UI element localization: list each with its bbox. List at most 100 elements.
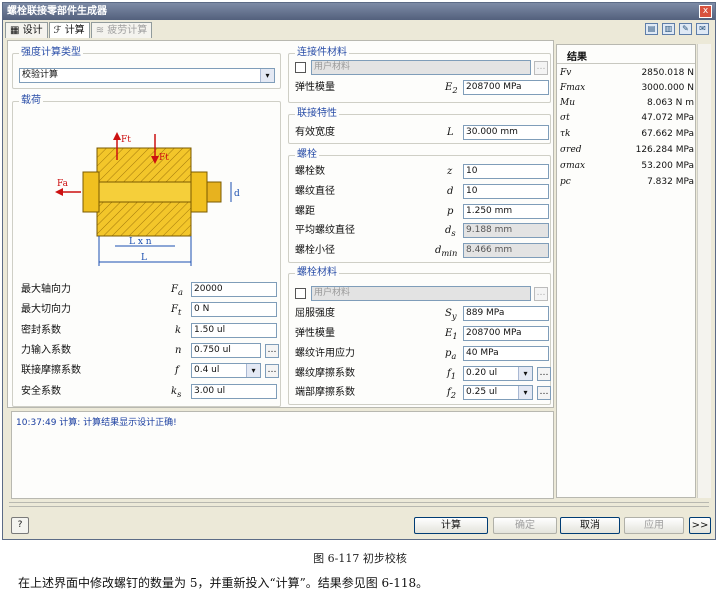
chevron-down-icon[interactable]: ▾ <box>518 386 532 399</box>
strength-group: 强度计算类型 校验计算 ▾ <box>12 47 281 89</box>
conn-material-title: 连接件材料 <box>295 47 349 59</box>
load-row: 安全系数 ks 3.00 ul <box>21 384 279 400</box>
tangential-force-input[interactable]: 0 N <box>191 302 277 317</box>
window-title: 螺栓联接零部件生成器 <box>7 6 107 17</box>
help-button[interactable]: ? <box>11 517 29 534</box>
bolt-material-row: 螺纹许用应力 pa 40 MPa <box>295 346 549 362</box>
joint-friction-more-button[interactable]: … <box>265 364 279 378</box>
more-button[interactable]: >> <box>689 517 711 534</box>
sealing-factor-input[interactable]: 1.50 ul <box>191 323 277 338</box>
joint-char-group: 联接特性 有效宽度 L 30.000 mm <box>288 108 551 144</box>
lxn-label: L x n <box>129 237 152 247</box>
load-row: 力输入系数 n 0.750 ul … <box>21 343 279 359</box>
report-icon[interactable]: ▤ <box>645 23 658 35</box>
bolt-material-row: 屈服强度 Sy 889 MPa <box>295 306 549 322</box>
result-row: σred 126.284 MPa <box>560 145 694 155</box>
apply-button[interactable]: 应用 <box>624 517 684 534</box>
end-friction-select[interactable]: 0.25 ul ▾ <box>463 385 533 400</box>
conn-material-group: 连接件材料 用户材料 … 弹性模量 E2 208700 MPa <box>288 47 551 103</box>
fa-label: Fa <box>57 179 69 189</box>
results-scrollbar[interactable] <box>697 44 711 498</box>
bolt-material-row: 螺纹摩擦系数 f1 0.20 ul ▾ … <box>295 366 551 382</box>
yield-strength-input[interactable]: 889 MPa <box>463 306 549 321</box>
bolt-diagram: Ft Ft Fa d L x n L <box>55 132 240 266</box>
log-pane: 10:37:49 计算: 计算结果显示设计正确! <box>11 411 554 499</box>
user-material-checkbox[interactable] <box>295 62 306 73</box>
load-group: 载荷 Ft Ft Fa d L x n L 最大轴向力 Fa 20000 最大切… <box>12 95 281 407</box>
bolt-material-row: 端部摩擦系数 f2 0.25 ul ▾ … <box>295 385 551 401</box>
mean-diameter-field: 9.188 mm <box>463 223 549 238</box>
d-label: d <box>234 189 240 199</box>
ft-arrowhead-up <box>113 132 121 140</box>
minor-diameter-field: 8.466 mm <box>463 243 549 258</box>
chevron-down-icon[interactable]: ▾ <box>246 364 260 377</box>
generator-window: 螺栓联接零部件生成器 x ▦ 设计 ℱ 计算 ≋ 疲劳计算 ▤ ▥ ✎ ✉ 强度… <box>2 2 716 540</box>
strength-type-select[interactable]: 校验计算 ▾ <box>19 68 275 83</box>
edit-icon[interactable]: ✎ <box>679 23 692 35</box>
mail-icon[interactable]: ✉ <box>696 23 709 35</box>
bolt-row: 平均螺纹直径 ds 9.188 mm <box>295 223 549 239</box>
bolt-user-material-field: 用户材料 <box>311 286 531 301</box>
thread-friction-select[interactable]: 0.20 ul ▾ <box>463 366 533 381</box>
bolt-count-input[interactable]: 10 <box>463 164 549 179</box>
chevron-down-icon[interactable]: ▾ <box>260 69 274 82</box>
load-title: 载荷 <box>19 95 43 107</box>
help-icon: ? <box>17 520 23 530</box>
bolt-row: 螺纹直径 d 10 <box>295 184 549 200</box>
joint-friction-select[interactable]: 0.4 ul ▾ <box>191 363 261 378</box>
conn-material-row: 弹性模量 E2 208700 MPa <box>295 80 549 96</box>
conn-user-material-field: 用户材料 <box>311 60 531 75</box>
safety-factor-input[interactable]: 3.00 ul <box>191 384 277 399</box>
results-pane: 结果 Fv 2850.018 N Fmax 3000.000 N Mu 8.063 N… <box>556 44 696 498</box>
ok-button[interactable]: 确定 <box>493 517 557 534</box>
splitter-bar[interactable] <box>9 502 709 507</box>
thread-diameter-input[interactable]: 10 <box>463 184 549 199</box>
l-label: L <box>141 253 147 263</box>
result-row: σt 47.072 MPa <box>560 113 694 123</box>
fatigue-icon: ≋ <box>95 25 108 36</box>
load-row: 最大轴向力 Fa 20000 <box>21 282 279 298</box>
title-bar: 螺栓联接零部件生成器 <box>3 3 715 20</box>
table-icon[interactable]: ▥ <box>662 23 675 35</box>
fa-arrowhead <box>55 188 63 196</box>
user-material-checkbox[interactable] <box>295 288 306 299</box>
tab-calculation[interactable]: ℱ 计算 <box>48 22 90 38</box>
axial-force-input[interactable]: 20000 <box>191 282 277 297</box>
load-row: 联接摩擦系数 f 0.4 ul ▾ … <box>21 363 279 379</box>
bolt-thread <box>206 181 222 203</box>
tab-design[interactable]: ▦ 设计 <box>5 22 48 38</box>
effective-width-input[interactable]: 30.000 mm <box>463 125 549 140</box>
bolt-material-more-button[interactable]: … <box>534 287 548 301</box>
load-row: 最大切向力 Ft 0 N <box>21 302 279 318</box>
bolt-material-row: 弹性模量 E1 208700 MPa <box>295 326 549 342</box>
bolt-elastic-modulus-input[interactable]: 208700 MPa <box>463 326 549 341</box>
thread-friction-more-button[interactable]: … <box>537 367 551 381</box>
tab-bar: ▦ 设计 ℱ 计算 ≋ 疲劳计算 <box>5 22 153 38</box>
close-button[interactable]: x <box>699 5 712 18</box>
force-input-factor-more-button[interactable]: … <box>265 344 279 358</box>
toolbar-icons: ▤ ▥ ✎ ✉ <box>645 23 709 35</box>
bolt-title: 螺栓 <box>295 149 319 161</box>
conn-elastic-modulus-input[interactable]: 208700 MPa <box>463 80 549 95</box>
result-row: pc 7.832 MPa <box>560 177 694 187</box>
pitch-input[interactable]: 1.250 mm <box>463 204 549 219</box>
result-row: τk 67.662 MPa <box>560 129 694 139</box>
thread-stress-input[interactable]: 40 MPa <box>463 346 549 361</box>
bolt-row: 螺栓小径 dmin 8.466 mm <box>295 243 549 259</box>
ft-label-left: Ft <box>121 135 131 145</box>
force-input-factor-input[interactable]: 0.750 ul <box>191 343 261 358</box>
bolt-row: 螺距 p 1.250 mm <box>295 204 549 220</box>
calculate-button[interactable]: 计算 <box>414 517 488 534</box>
end-friction-more-button[interactable]: … <box>537 386 551 400</box>
conn-material-more-button[interactable]: … <box>534 61 548 75</box>
bolt-row: 螺栓数 z 10 <box>295 164 549 180</box>
bolt-head <box>82 171 100 213</box>
bolt-group: 螺栓 螺栓数 z 10 螺纹直径 d 10 螺距 p 1.250 mm 平均螺纹直径 d… <box>288 149 551 263</box>
ft-label-right: Ft <box>159 153 169 163</box>
tab-fatigue[interactable]: ≋ 疲劳计算 <box>90 22 153 38</box>
cancel-button[interactable]: 取消 <box>560 517 620 534</box>
chevron-down-icon[interactable]: ▾ <box>518 367 532 380</box>
result-row: σmax 53.200 MPa <box>560 161 694 171</box>
figure-caption: 图 6-117 初步校核 <box>313 552 407 565</box>
joint-char-title: 联接特性 <box>295 108 339 120</box>
